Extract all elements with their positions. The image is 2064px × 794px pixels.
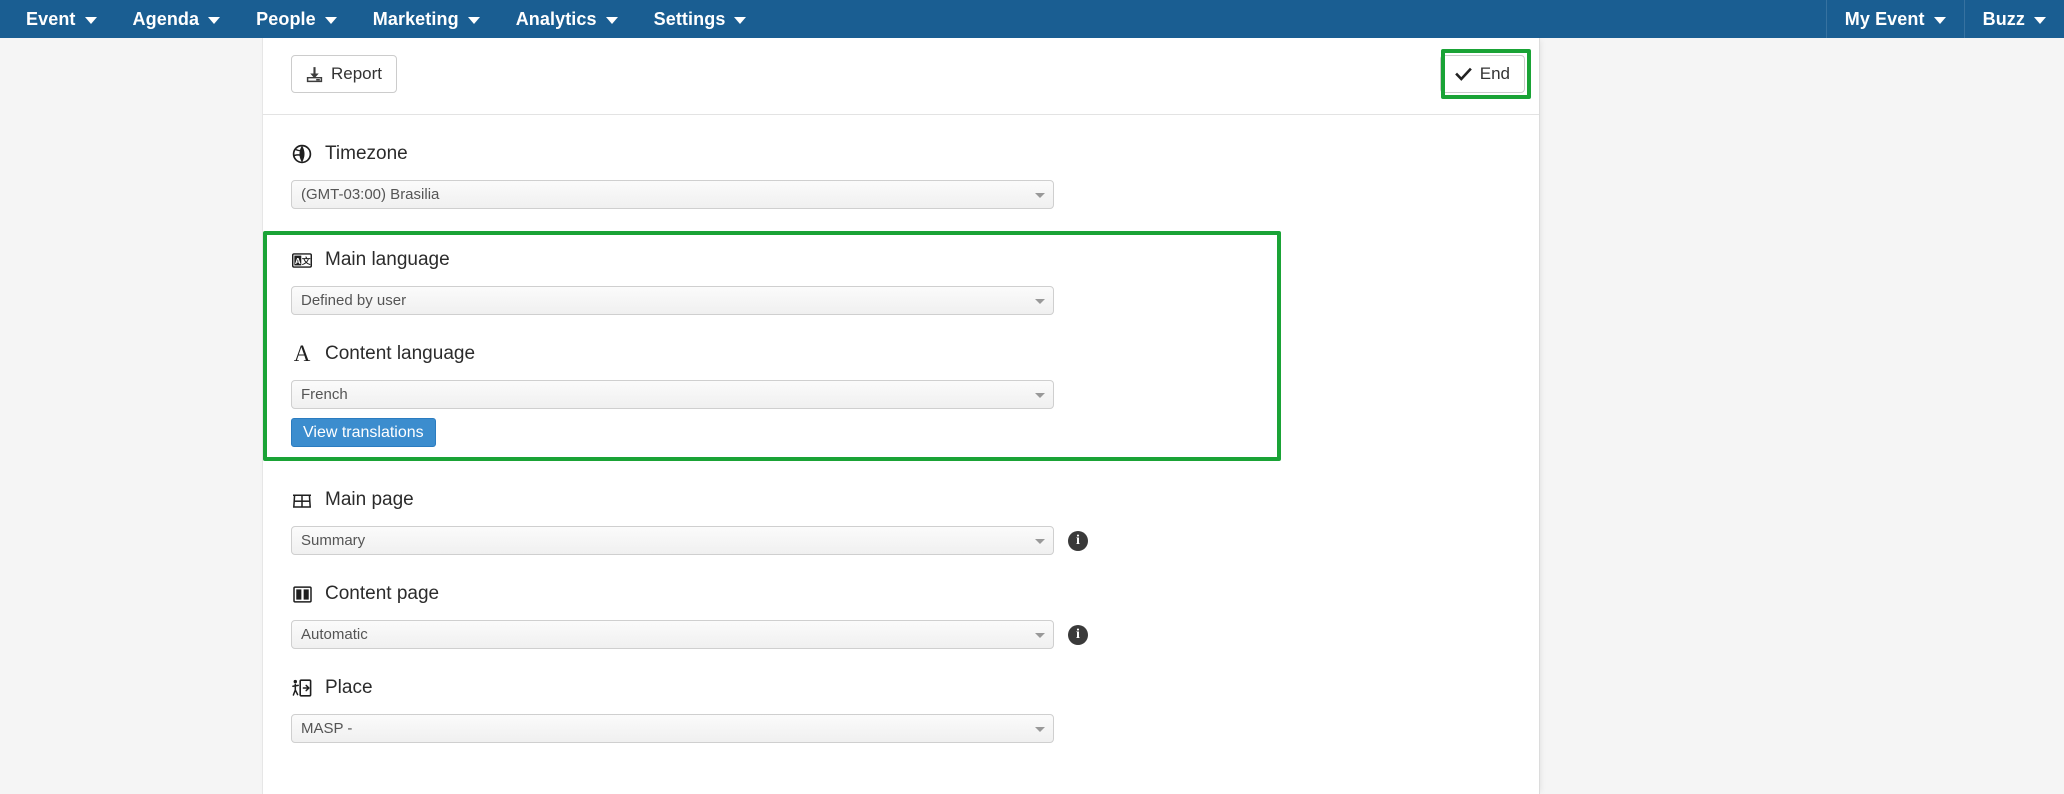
chevron-down-icon <box>2034 16 2046 24</box>
chevron-down-icon <box>208 16 221 24</box>
end-button-label: End <box>1479 64 1510 83</box>
main-page-select[interactable]: Summary <box>291 526 1054 555</box>
nav-item-my-event[interactable]: My Event <box>1825 0 1964 38</box>
nav-item-label: Settings <box>653 8 726 29</box>
nav-item-agenda[interactable]: Agenda <box>115 0 239 38</box>
content-page-info-icon[interactable]: i <box>1068 624 1088 645</box>
field-timezone-label-row: Timezone <box>291 137 1511 171</box>
field-timezone: Timezone (GMT-03:00) Brasilia <box>263 137 1539 209</box>
top-navigation-bar: Event Agenda People Marketing Analytics … <box>0 0 2064 38</box>
chevron-down-icon <box>1035 538 1045 544</box>
report-button[interactable]: Report <box>291 55 398 93</box>
main-language-select[interactable]: Defined by user <box>291 286 1054 315</box>
chevron-down-icon <box>1035 192 1045 198</box>
timezone-select-value: (GMT-03:00) Brasilia <box>301 186 440 203</box>
chevron-down-icon <box>1035 298 1045 304</box>
field-content-language-label: Content language <box>325 343 476 364</box>
nav-item-buzz[interactable]: Buzz <box>1963 0 2064 38</box>
letter-a-icon: A <box>291 340 313 366</box>
chevron-down-icon <box>1035 726 1045 732</box>
svg-text:A: A <box>295 256 301 265</box>
field-content-language: A Content language French View translati… <box>263 337 1539 447</box>
nav-item-label: People <box>256 8 316 29</box>
field-place-label-row: Place <box>291 671 1511 705</box>
field-timezone-label: Timezone <box>325 143 408 164</box>
globe-icon <box>291 143 313 165</box>
field-content-page-label: Content page <box>325 583 440 604</box>
event-settings-form: Timezone (GMT-03:00) Brasilia A 文 Main l… <box>263 115 1539 773</box>
check-icon <box>1454 67 1472 82</box>
field-main-language-label: Main language <box>325 249 450 270</box>
chevron-down-icon <box>84 16 97 24</box>
chevron-down-icon <box>605 16 618 24</box>
nav-item-label: Analytics <box>515 8 597 29</box>
nav-item-analytics[interactable]: Analytics <box>498 0 636 38</box>
field-main-page-label-row: Main page <box>291 483 1511 517</box>
main-page-select-value: Summary <box>301 532 366 549</box>
primary-nav-group: Event Agenda People Marketing Analytics … <box>0 0 764 38</box>
page-body: Report End Timezone (GMT-03:00) Brasilia… <box>0 38 2064 794</box>
field-main-page-label: Main page <box>325 489 414 510</box>
main-page-info-icon[interactable]: i <box>1068 530 1088 551</box>
nav-item-label: My Event <box>1844 8 1925 29</box>
settings-content-card: Report End Timezone (GMT-03:00) Brasilia… <box>262 38 1540 794</box>
nav-item-label: Agenda <box>132 8 200 29</box>
letter-a-glyph: A <box>293 340 311 366</box>
grid-icon <box>291 489 313 511</box>
nav-item-event[interactable]: Event <box>8 0 115 38</box>
chevron-down-icon <box>1035 392 1045 398</box>
field-content-page: Content page Automatic i <box>263 577 1539 649</box>
field-content-page-control-row: Automatic i <box>291 620 1511 649</box>
field-main-language-label-row: A 文 Main language <box>291 243 1511 277</box>
columns-icon <box>291 583 313 605</box>
translate-icon: A 文 <box>291 249 313 271</box>
field-content-page-label-row: Content page <box>291 577 1511 611</box>
nav-item-marketing[interactable]: Marketing <box>355 0 498 38</box>
nav-item-people[interactable]: People <box>238 0 355 38</box>
chevron-down-icon <box>1035 632 1045 638</box>
secondary-nav-group: My Event Buzz <box>1825 0 2064 38</box>
content-page-select[interactable]: Automatic <box>291 620 1054 649</box>
place-select[interactable]: MASP - <box>291 714 1054 743</box>
field-main-language-control-row: Defined by user <box>291 286 1511 315</box>
language-settings-group: A 文 Main language Defined by user A Cont… <box>263 231 1539 461</box>
field-timezone-control-row: (GMT-03:00) Brasilia <box>291 180 1511 209</box>
nav-item-label: Marketing <box>372 8 459 29</box>
chevron-down-icon <box>467 16 480 24</box>
field-main-page: Main page Summary i <box>263 483 1539 555</box>
timezone-select[interactable]: (GMT-03:00) Brasilia <box>291 180 1054 209</box>
nav-item-label: Buzz <box>1982 8 2025 29</box>
main-language-select-value: Defined by user <box>301 292 407 309</box>
field-main-language: A 文 Main language Defined by user <box>263 243 1539 315</box>
view-translations-button[interactable]: View translations <box>291 418 436 447</box>
nav-item-label: Event <box>26 8 76 29</box>
place-select-value: MASP - <box>301 720 353 737</box>
end-button[interactable]: End <box>1439 55 1525 93</box>
view-translations-row: View translations <box>291 418 1511 447</box>
report-button-label: Report <box>331 64 383 83</box>
content-page-select-value: Automatic <box>301 626 368 643</box>
chevron-down-icon <box>1933 16 1946 24</box>
field-content-language-label-row: A Content language <box>291 337 1511 371</box>
download-icon <box>306 66 323 83</box>
svg-text:文: 文 <box>301 254 311 265</box>
field-content-language-control-row: French <box>291 380 1511 409</box>
field-place-control-row: MASP - <box>291 714 1511 743</box>
chevron-down-icon <box>324 16 337 24</box>
content-language-select[interactable]: French <box>291 380 1054 409</box>
field-place: Place MASP - <box>263 671 1539 743</box>
chevron-down-icon <box>734 16 747 24</box>
action-bar: Report End <box>263 38 1539 115</box>
content-language-select-value: French <box>301 386 348 403</box>
field-place-label: Place <box>325 677 373 698</box>
nav-item-settings[interactable]: Settings <box>636 0 765 38</box>
field-main-page-control-row: Summary i <box>291 526 1511 555</box>
door-person-icon <box>291 677 313 699</box>
